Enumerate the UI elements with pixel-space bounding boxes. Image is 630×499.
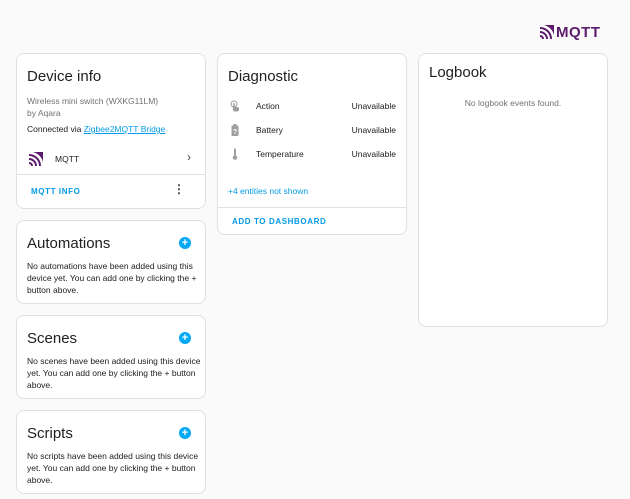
diagnostic-card: Diagnostic Action Unavailable ? Battery … xyxy=(217,53,407,235)
chevron-right-icon: › xyxy=(187,150,191,164)
scenes-title: Scenes xyxy=(27,330,77,347)
scripts-title: Scripts xyxy=(27,425,73,442)
diagnostic-row-name: Temperature xyxy=(256,149,304,159)
add-automation-button[interactable]: + xyxy=(179,237,191,249)
automations-empty-message: No automations have been added using thi… xyxy=(27,260,199,296)
mqtt-info-button[interactable]: MQTT INFO xyxy=(31,187,80,196)
diagnostic-row-battery[interactable]: ? Battery Unavailable xyxy=(230,124,396,138)
device-info-card: Device info Wireless mini switch (WXKG11… xyxy=(16,53,206,209)
mqtt-logo-icon xyxy=(540,25,554,39)
add-scene-button[interactable]: + xyxy=(179,332,191,344)
diagnostic-row-value: Unavailable xyxy=(352,149,396,159)
add-script-button[interactable]: + xyxy=(179,427,191,439)
device-model: Wireless mini switch (WXKG11LM) xyxy=(27,95,158,107)
diagnostic-row-temperature[interactable]: Temperature Unavailable xyxy=(230,148,396,162)
thermometer-icon xyxy=(230,148,240,160)
diagnostic-title: Diagnostic xyxy=(228,68,298,85)
device-manufacturer: by Aqara xyxy=(27,107,61,119)
svg-text:?: ? xyxy=(233,129,237,136)
scripts-empty-message: No scripts have been added using this de… xyxy=(27,450,203,486)
logbook-card: Logbook No logbook events found. xyxy=(418,53,608,327)
diagnostic-row-value: Unavailable xyxy=(352,101,396,111)
integration-label: MQTT xyxy=(55,153,79,165)
more-vert-icon[interactable]: ⋮ xyxy=(173,183,185,195)
automations-title: Automations xyxy=(27,235,110,252)
diagnostic-row-value: Unavailable xyxy=(352,125,396,135)
connected-via-label: Connected via xyxy=(27,124,84,134)
connected-via: Connected via Zigbee2MQTT Bridge xyxy=(27,123,165,135)
diagnostic-row-action[interactable]: Action Unavailable xyxy=(230,100,396,114)
gesture-tap-icon xyxy=(230,100,240,112)
mqtt-logo: MQTT xyxy=(540,24,601,40)
bridge-link[interactable]: Zigbee2MQTT Bridge xyxy=(84,124,166,134)
scripts-card: Scripts + No scripts have been added usi… xyxy=(16,410,206,494)
hidden-entities-link[interactable]: +4 entities not shown xyxy=(228,185,308,197)
automations-card: Automations + No automations have been a… xyxy=(16,220,206,304)
device-info-title: Device info xyxy=(27,68,101,85)
diagnostic-row-name: Battery xyxy=(256,125,283,135)
scenes-card: Scenes + No scenes have been added using… xyxy=(16,315,206,399)
logbook-title: Logbook xyxy=(429,64,487,81)
scenes-empty-message: No scenes have been added using this dev… xyxy=(27,355,205,391)
mqtt-integration-icon xyxy=(29,152,43,166)
logbook-empty-message: No logbook events found. xyxy=(419,97,607,109)
battery-unknown-icon: ? xyxy=(230,124,240,136)
device-info-divider xyxy=(17,174,205,175)
integration-row[interactable]: MQTT › xyxy=(17,146,205,172)
diagnostic-divider xyxy=(218,207,406,208)
mqtt-logo-text: MQTT xyxy=(556,24,601,41)
diagnostic-row-name: Action xyxy=(256,101,280,111)
add-to-dashboard-button[interactable]: ADD TO DASHBOARD xyxy=(232,217,326,226)
